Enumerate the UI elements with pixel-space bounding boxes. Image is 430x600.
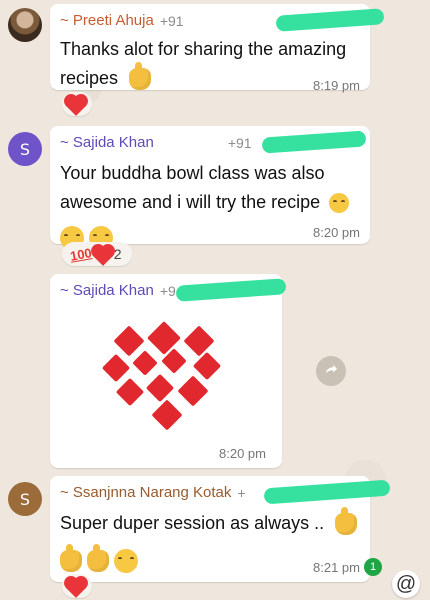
message-bubble-1[interactable]: ~ Preeti Ahuja +91 Thanks alot for shari… (50, 4, 385, 93)
redaction-mark (263, 479, 391, 505)
sender-name[interactable]: ~ Sajida Khan (60, 134, 154, 151)
message-text-content: Super duper session as always .. (60, 513, 325, 533)
sender-phone: +91 (227, 134, 252, 151)
message-text-content: Thanks alot for sharing the amazing reci… (60, 39, 347, 88)
message-bubble-2[interactable]: ~ Sajida Khan +91 Your buddha bowl class… (50, 126, 370, 251)
sender-phone: +91 (159, 12, 184, 29)
forward-button[interactable] (316, 356, 346, 386)
heart-icon (115, 377, 145, 407)
heart-icon (66, 96, 86, 116)
heart-icon (101, 353, 131, 383)
reaction-pill[interactable]: 100 2 (62, 242, 132, 266)
reaction-pill[interactable] (62, 92, 92, 116)
heart-icon (66, 578, 86, 598)
clapping-hands-icon (129, 62, 152, 91)
heart-icon (145, 373, 175, 403)
avatar[interactable]: S (8, 132, 42, 166)
heart-icon (192, 351, 222, 381)
sender-phone: + (237, 484, 246, 501)
mention-button[interactable]: @ (392, 570, 420, 598)
redaction-mark (261, 130, 367, 154)
forward-icon (325, 365, 337, 374)
heart-icon (113, 325, 145, 357)
redaction-mark (275, 8, 385, 32)
message-bubble-4[interactable]: ~ Ssanjnna Narang Kotak + Super duper se… (50, 476, 391, 582)
message-time: 8:20 pm (219, 446, 266, 461)
crossed-fingers-icon (87, 544, 110, 573)
sender-row: ~ Ssanjnna Narang Kotak + (60, 484, 246, 501)
message-text-content: Your buddha bowl class was also awesome … (60, 163, 325, 212)
sender-name[interactable]: ~ Sajida Khan (60, 282, 154, 299)
sender-row: ~ Sajida Khan +9 (60, 282, 176, 299)
smiling-face-icon (114, 549, 139, 574)
avatar-letter: S (19, 139, 31, 159)
message-time: 8:19 pm (313, 78, 360, 93)
heart-icon (177, 375, 209, 407)
hundred-points-icon: 100 (68, 244, 93, 264)
unread-count-badge[interactable]: 1 (364, 558, 382, 576)
sender-name[interactable]: ~ Ssanjnna Narang Kotak (60, 484, 231, 501)
heart-icon (151, 399, 183, 431)
heart-sticker[interactable] (101, 312, 242, 432)
message-time: 8:20 pm (313, 225, 360, 240)
heart-icon (183, 325, 215, 357)
avatar[interactable] (8, 8, 42, 42)
message-time: 8:21 pm (313, 560, 360, 575)
thumbs-up-icon (335, 507, 358, 536)
heart-icon (132, 350, 158, 376)
reaction-pill[interactable] (62, 574, 92, 598)
mention-icon: @ (395, 572, 417, 595)
sender-row: ~ Preeti Ahuja +91 (60, 12, 184, 29)
avatar[interactable]: S (8, 482, 42, 516)
chat-window: ~ Preeti Ahuja +91 Thanks alot for shari… (0, 0, 430, 600)
sender-row: ~ Sajida Khan +91 (60, 134, 252, 151)
avatar-letter: S (19, 489, 31, 509)
ok-hand-icon (60, 544, 82, 573)
heart-icon (92, 246, 113, 266)
sender-phone: +9 (159, 282, 176, 299)
smiling-face-icon (329, 193, 350, 214)
sender-name[interactable]: ~ Preeti Ahuja (60, 12, 154, 29)
redaction-mark (175, 278, 287, 302)
